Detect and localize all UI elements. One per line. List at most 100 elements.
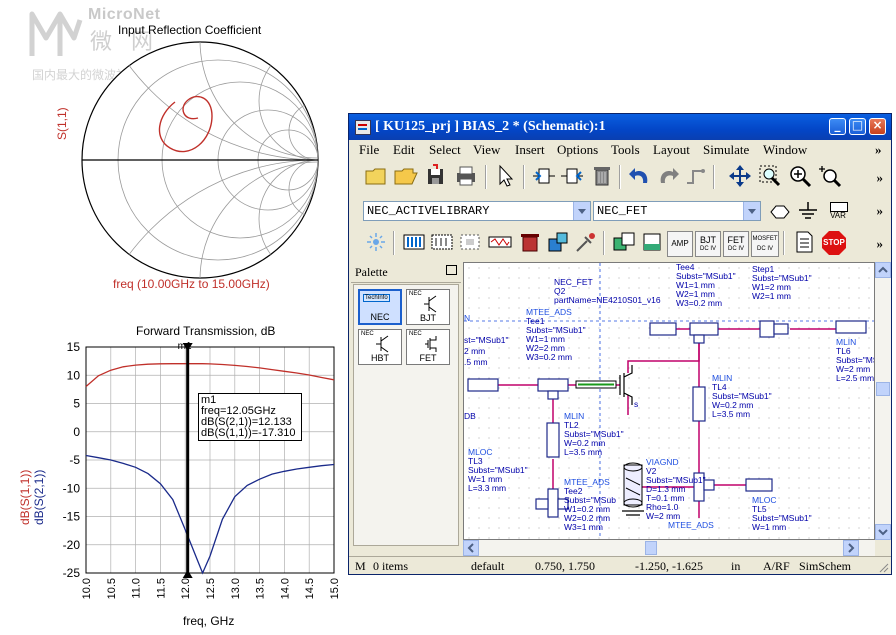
y-tick-label: -10	[63, 481, 81, 495]
trash-component-icon[interactable]	[517, 229, 543, 255]
chart-xlabel: freq, GHz	[183, 614, 235, 628]
toolbar-more[interactable]: »	[877, 170, 884, 186]
palette-item-label: NEC	[370, 312, 390, 322]
scroll-left-button[interactable]	[463, 540, 479, 556]
redo-icon[interactable]	[655, 163, 681, 189]
port-icon[interactable]	[767, 199, 793, 225]
ground-icon[interactable]	[795, 199, 821, 225]
menu-more[interactable]: »	[875, 142, 882, 158]
palette-item-hbt[interactable]: NEC HBT	[358, 329, 402, 365]
delete-icon[interactable]	[589, 163, 615, 189]
print-icon[interactable]	[453, 163, 479, 189]
chevron-down-icon[interactable]	[573, 202, 590, 220]
tl5-w: W=1 mm	[752, 522, 786, 532]
var-equation-icon[interactable]: VAR	[825, 199, 851, 225]
scroll-up-button[interactable]	[875, 262, 891, 278]
open-folder-icon[interactable]	[393, 163, 419, 189]
app-icon[interactable]	[355, 120, 371, 135]
new-file-icon[interactable]	[363, 163, 389, 189]
component-tool-6-icon[interactable]	[545, 229, 571, 255]
chevron-down-icon[interactable]	[743, 202, 760, 220]
move-icon[interactable]	[727, 163, 753, 189]
zoom-point-icon[interactable]	[817, 163, 843, 189]
menu-window[interactable]: Window	[763, 142, 807, 158]
palette-item-fet[interactable]: NEC FET	[406, 329, 450, 365]
schematic-canvas[interactable]: NEC_FET Q2 partName=NE4210S01_v16 MTEE_A…	[463, 262, 875, 540]
palette-item-bjt[interactable]: NEC BJT	[406, 289, 450, 325]
tee2-w3: W3=1 mm	[564, 522, 603, 532]
vertical-scroll-thumb[interactable]	[876, 382, 890, 396]
y-tick-label: -20	[63, 538, 81, 552]
menu-options[interactable]: Options	[557, 142, 598, 158]
amp-label: AMP	[671, 239, 689, 248]
save-icon[interactable]	[423, 163, 449, 189]
mosfet-label: MOSFET	[752, 236, 778, 242]
marker-readout[interactable]: m1 freq=12.05GHz dB(S(2,1))=12.133 dB(S(…	[198, 393, 302, 441]
close-button[interactable]: ×	[869, 118, 886, 135]
maximize-button[interactable]: □	[849, 118, 866, 135]
window-titlebar[interactable]: [ KU125_prj ] BIAS_2 * (Schematic):1 _ □…	[349, 114, 891, 140]
palette-item-label: FET	[419, 353, 437, 363]
status-layer: default	[471, 559, 505, 573]
insert-wire-icon[interactable]	[683, 163, 709, 189]
mosfet-dciv-button[interactable]: MOSFET DC IV	[751, 231, 779, 257]
amp-button[interactable]: AMP	[667, 231, 693, 257]
x-tick-label: 12.0	[180, 578, 192, 599]
fet-dciv-button[interactable]: FET DC IV	[723, 231, 749, 257]
status-coord-2: -1.250, -1.625	[635, 559, 703, 573]
scroll-down-button[interactable]	[875, 524, 891, 540]
palette-restore-icon[interactable]	[446, 265, 457, 275]
menu-insert[interactable]: Insert	[515, 142, 545, 158]
menu-file[interactable]: File	[359, 142, 379, 158]
tee1-w3: W3=0.2 mm	[526, 352, 572, 362]
toolbar-more[interactable]: »	[877, 203, 884, 219]
menu-layout[interactable]: Layout	[653, 142, 690, 158]
fet-label: FET	[727, 235, 745, 245]
status-path: A/RF	[763, 559, 790, 573]
menu-tools[interactable]: Tools	[611, 142, 640, 158]
vertical-scrollbar[interactable]	[875, 262, 891, 540]
palette-item-top: TechInfo	[363, 294, 390, 302]
select-pointer-icon[interactable]	[493, 163, 519, 189]
component-tool-3-icon[interactable]	[457, 229, 483, 255]
resize-grip-icon[interactable]	[877, 561, 889, 573]
minimize-button[interactable]: _	[829, 118, 846, 135]
scroll-right-button[interactable]	[843, 540, 859, 556]
tl3-l: L=3.3 mm	[468, 483, 506, 493]
library-combo[interactable]: NEC_ACTIVELIBRARY	[363, 201, 591, 221]
horizontal-scroll-thumb[interactable]	[645, 541, 657, 555]
y-tick-label: 10	[67, 368, 81, 382]
component-tool-7-icon[interactable]	[573, 229, 599, 255]
component-combo[interactable]: NEC_FET	[593, 201, 761, 221]
push-into-hierarchy-icon[interactable]	[531, 163, 557, 189]
x-tick-label: 13.5	[255, 578, 267, 599]
sun-tune-icon[interactable]	[363, 229, 389, 255]
tl6-l: L=2.5 mm	[836, 373, 874, 383]
horizontal-scrollbar[interactable]	[463, 540, 875, 556]
toolbar-main: »	[353, 163, 887, 193]
palette-item-top: NEC	[409, 331, 422, 337]
pop-out-hierarchy-icon[interactable]	[559, 163, 585, 189]
stop-simulation-icon[interactable]: STOP	[821, 230, 847, 256]
x-tick-label: 10.0	[81, 578, 93, 599]
toolbar-more[interactable]: »	[877, 236, 884, 252]
menu-edit[interactable]: Edit	[393, 142, 415, 158]
netlist-document-icon[interactable]	[791, 229, 817, 255]
menu-view[interactable]: View	[473, 142, 500, 158]
component-tool-1-icon[interactable]	[401, 229, 427, 255]
component-tool-8-icon[interactable]	[611, 229, 637, 255]
zoom-in-icon[interactable]	[787, 163, 813, 189]
x-tick-label: 15.0	[329, 578, 341, 599]
zoom-area-icon[interactable]	[757, 163, 783, 189]
component-tool-9-icon[interactable]	[639, 229, 665, 255]
menu-simulate[interactable]: Simulate	[703, 142, 749, 158]
component-tool-2-icon[interactable]	[429, 229, 455, 255]
undo-icon[interactable]	[627, 163, 653, 189]
component-tool-4-icon[interactable]	[487, 229, 513, 255]
menu-select[interactable]: Select	[429, 142, 461, 158]
bjt-dciv-button[interactable]: BJT DC IV	[695, 231, 721, 257]
chart-ylabel-s11: dB(S(1,1))	[18, 469, 32, 525]
palette-body: TechInfo NEC NEC BJT NEC HBT NEC FET	[353, 284, 459, 546]
palette-header: Palette	[351, 262, 461, 283]
palette-item-nec-techinfo[interactable]: TechInfo NEC	[358, 289, 402, 325]
